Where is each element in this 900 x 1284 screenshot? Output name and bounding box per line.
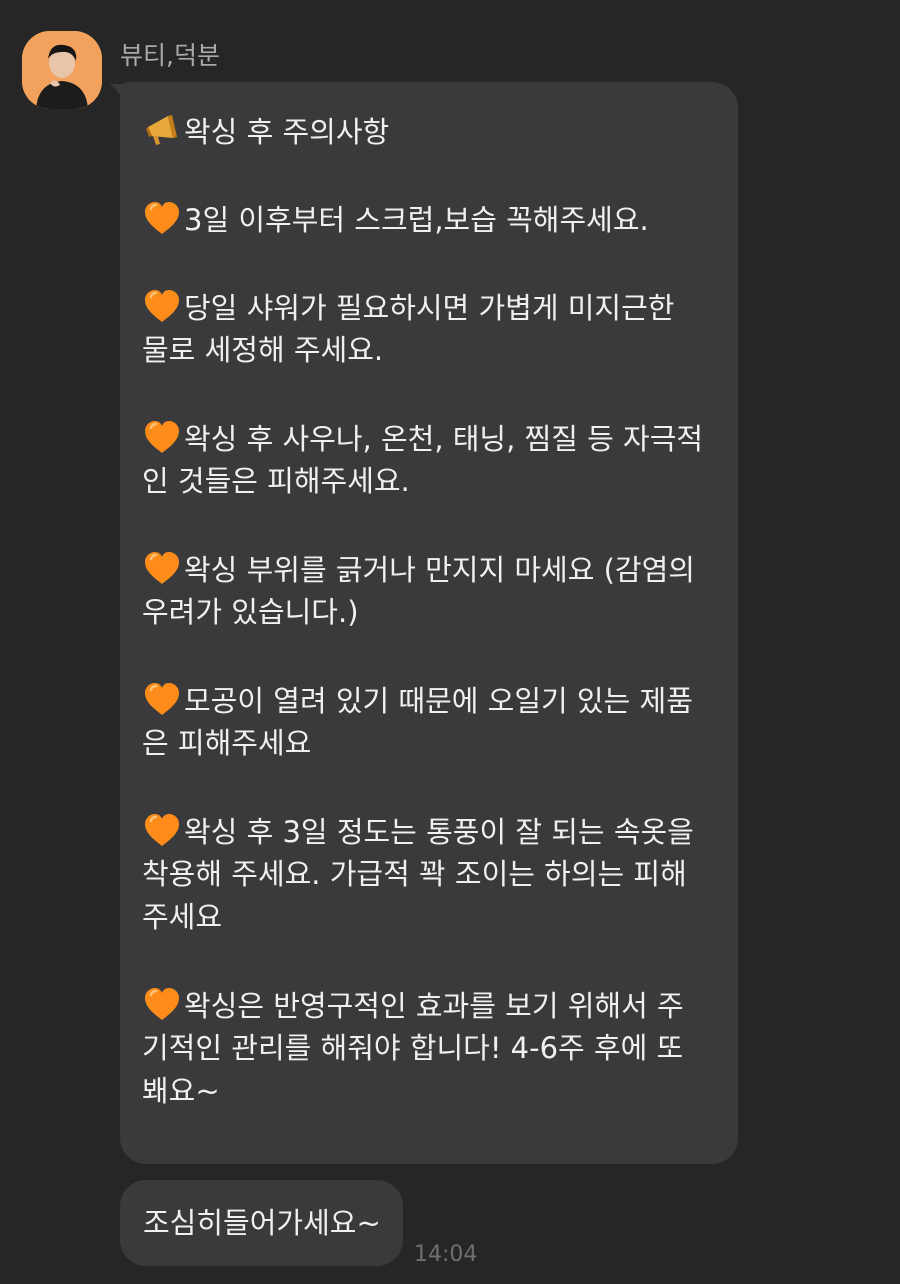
orange-heart-icon [145,290,179,322]
notice-item: 3일 이후부터 스크럽,보습 꼭해주세요. [142,198,722,241]
notice-line-text: 은 피해주세요 [142,726,312,760]
notice-line-text: 물로 세정해 주세요. [142,333,384,367]
notice-line-text: 3일 이후부터 스크럽,보습 꼭해주세요. [184,203,649,237]
notice-line-text: 왁싱 후 3일 정도는 통풍이 잘 되는 속옷을 [184,815,694,849]
notice-line: 왁싱 부위를 긁거나 만지지 마세요 (감염의 [142,548,722,591]
notice-line-text: 주세요 [142,900,223,934]
orange-heart-icon [145,988,179,1020]
orange-heart-icon [145,421,179,453]
notice-item: 모공이 열려 있기 때문에 오일기 있는 제품은 피해주세요 [142,679,722,765]
notice-line-text: 당일 샤워가 필요하시면 가볍게 미지근한 [184,291,675,325]
message-heading: 왁싱 후 주의사항 [184,115,390,149]
notice-line: 모공이 열려 있기 때문에 오일기 있는 제품 [142,679,722,722]
orange-heart-icon [145,814,179,846]
notice-item: 왁싱 후 3일 정도는 통풍이 잘 되는 속옷을착용해 주세요. 가급적 꽉 조… [142,810,722,939]
second-message-text: 조심히들어가세요~ [143,1206,381,1240]
notice-line-text: 우려가 있습니다.) [142,595,359,629]
orange-heart-icon [145,552,179,584]
notice-line: 왁싱은 반영구적인 효과를 보기 위해서 주 [142,984,722,1027]
notice-list: 3일 이후부터 스크럽,보습 꼭해주세요. 당일 샤워가 필요하시면 가볍게 미지… [142,198,722,1113]
notice-line: 왁싱 후 3일 정도는 통풍이 잘 되는 속옷을 [142,810,722,853]
notice-line: 3일 이후부터 스크럽,보습 꼭해주세요. [142,198,722,241]
notice-line: 기적인 관리를 해줘야 합니다! 4-6주 후에 또 [142,1027,722,1070]
sender-avatar[interactable] [22,31,102,109]
notice-line-text: 기적인 관리를 해줘야 합니다! 4-6주 후에 또 [142,1031,684,1065]
notice-line: 물로 세정해 주세요. [142,329,722,372]
notice-line: 주세요 [142,896,722,939]
notice-item: 왁싱 후 사우나, 온천, 태닝, 찜질 등 자극적인 것들은 피해주세요. [142,417,722,503]
message-heading-block: 왁싱 후 주의사항 [142,110,722,153]
notice-item: 왁싱 부위를 긁거나 만지지 마세요 (감염의우려가 있습니다.) [142,548,722,634]
notice-line-text: 왁싱 후 사우나, 온천, 태닝, 찜질 등 자극적 [184,422,704,456]
sender-name: 뷰티,덕분 [120,41,220,70]
chat-screen: 뷰티,덕분 왁싱 후 주의사항 3일 이후부터 스크럽,보습 꼭해주세요. 당일 … [0,0,900,1284]
notice-item: 당일 샤워가 필요하시면 가볍게 미지근한물로 세정해 주세요. [142,286,722,372]
message-text: 왁싱 후 주의사항 3일 이후부터 스크럽,보습 꼭해주세요. 당일 샤워가 필요… [142,110,722,1158]
notice-line: 봬요~ [142,1070,722,1113]
megaphone-icon [146,115,177,145]
notice-line-text: 모공이 열려 있기 때문에 오일기 있는 제품 [184,684,693,718]
notice-line: 우려가 있습니다.) [142,591,722,634]
notice-line-text: 왁싱은 반영구적인 효과를 보기 위해서 주 [184,989,684,1023]
notice-line-text: 왁싱 부위를 긁거나 만지지 마세요 (감염의 [184,553,695,587]
notice-line: 왁싱 후 사우나, 온천, 태닝, 찜질 등 자극적 [142,417,722,460]
orange-heart-icon [145,202,179,234]
notice-item: 왁싱은 반영구적인 효과를 보기 위해서 주기적인 관리를 해줘야 합니다! 4… [142,984,722,1113]
notice-line: 인 것들은 피해주세요. [142,460,722,503]
message-timestamp: 14:04 [414,1242,478,1267]
notice-line-text: 인 것들은 피해주세요. [142,464,410,498]
notice-line: 착용해 주세요. 가급적 꽉 조이는 하의는 피해 [142,853,722,896]
notice-line-text: 착용해 주세요. 가급적 꽉 조이는 하의는 피해 [142,857,687,891]
notice-line-text: 봬요~ [142,1074,220,1108]
notice-line: 당일 샤워가 필요하시면 가볍게 미지근한 [142,286,722,329]
orange-heart-icon [145,683,179,715]
notice-line: 은 피해주세요 [142,722,722,765]
